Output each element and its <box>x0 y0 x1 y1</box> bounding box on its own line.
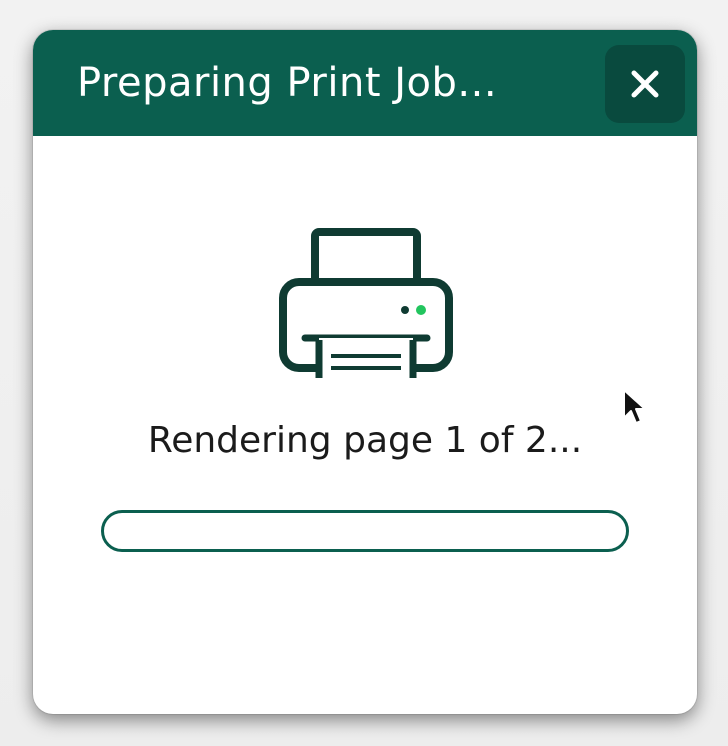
dialog-title: Preparing Print Job... <box>77 60 498 106</box>
close-button[interactable] <box>605 45 685 123</box>
print-dialog: Preparing Print Job... Rendering page 1 … <box>33 30 697 714</box>
dialog-titlebar: Preparing Print Job... <box>33 30 697 136</box>
status-led-icon <box>416 305 426 315</box>
status-text: Rendering page 1 of 2... <box>147 420 583 461</box>
progress-bar <box>101 510 629 552</box>
mouse-pointer-icon <box>623 389 646 424</box>
printer-icon <box>279 228 453 378</box>
close-icon <box>631 70 659 98</box>
